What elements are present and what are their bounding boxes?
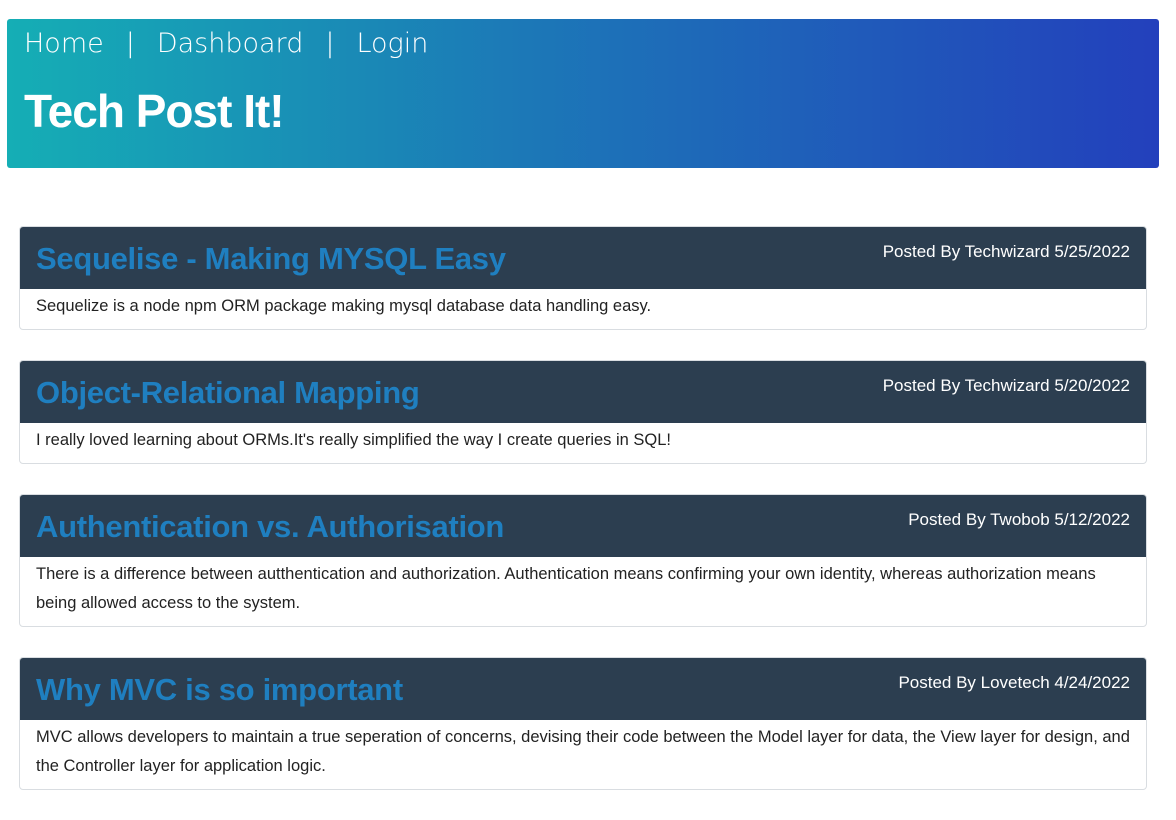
post-header: Why MVC is so important Posted By Lovete… [20,658,1146,720]
nav-separator: | [325,28,335,59]
post-body: I really loved learning about ORMs.It's … [36,431,672,449]
post-title[interactable]: Authentication vs. Authorisation [36,507,504,547]
post-body: Sequelize is a node npm ORM package maki… [36,297,652,315]
post-title[interactable]: Sequelise - Making MYSQL Easy [36,239,506,279]
nav-home-link[interactable]: Home [24,27,104,61]
nav-login-link[interactable]: Login [356,27,428,61]
nav-separator: | [125,28,135,59]
site-header: Home | Dashboard | Login Tech Post It! [7,19,1159,168]
post-card[interactable]: Authentication vs. Authorisation Posted … [19,494,1147,627]
post-card[interactable]: Object-Relational Mapping Posted By Tech… [19,360,1147,464]
post-meta: Posted By Techwizard 5/20/2022 [882,376,1130,395]
nav-dashboard-link[interactable]: Dashboard [157,27,303,61]
post-card[interactable]: Sequelise - Making MYSQL Easy Posted By … [19,226,1147,330]
post-meta: Posted By Twobob 5/12/2022 [908,510,1130,529]
main-nav: Home | Dashboard | Login [24,27,428,61]
post-body: MVC allows developers to maintain a true… [36,728,1130,775]
post-header: Object-Relational Mapping Posted By Tech… [20,361,1146,423]
post-meta: Posted By Techwizard 5/25/2022 [882,242,1130,261]
post-list: Sequelise - Making MYSQL Easy Posted By … [19,226,1147,820]
post-title[interactable]: Object-Relational Mapping [36,373,420,413]
site-title: Tech Post It! [24,85,285,137]
post-title[interactable]: Why MVC is so important [36,670,403,710]
post-body: There is a difference between autthentic… [36,565,1096,612]
post-card[interactable]: Why MVC is so important Posted By Lovete… [19,657,1147,790]
post-header: Sequelise - Making MYSQL Easy Posted By … [20,227,1146,289]
post-header: Authentication vs. Authorisation Posted … [20,495,1146,557]
post-meta: Posted By Lovetech 4/24/2022 [898,673,1130,692]
